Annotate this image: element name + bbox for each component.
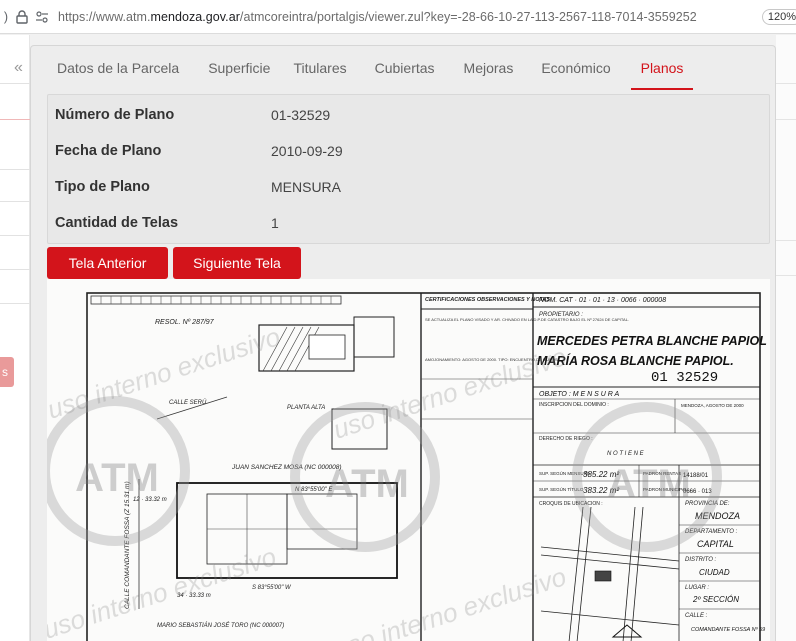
- fecha-label: Fecha de Plano: [55, 143, 162, 159]
- info-row-tipo: Tipo de Plano MENSURA: [48, 169, 769, 205]
- previous-sheet-button[interactable]: Tela Anterior: [47, 247, 168, 279]
- svg-text:MENDOZA, AGOSTO DE 2000: MENDOZA, AGOSTO DE 2000: [681, 403, 744, 408]
- svg-text:MARIO SEBASTIÁN JOSÉ TORO (NC: MARIO SEBASTIÁN JOSÉ TORO (NC 000007): [157, 622, 284, 629]
- info-row-numero: Número de Plano 01-32529: [48, 97, 769, 133]
- next-sheet-button[interactable]: Siguiente Tela: [173, 247, 301, 279]
- browser-address-bar: ) https://www.atm.mendoza.gov.ar/atmcore…: [0, 0, 796, 34]
- parcel-detail-dialog: Datos de la Parcela Superficie Titulares…: [30, 45, 776, 641]
- svg-text:PROPIETARIO :: PROPIETARIO :: [539, 312, 583, 318]
- svg-text:N O T I E N E: N O T I E N E: [607, 451, 645, 457]
- url-text[interactable]: https://www.atm.mendoza.gov.ar/atmcorein…: [58, 10, 762, 24]
- svg-text:COMANDANTE FOSSA Nº 59: COMANDANTE FOSSA Nº 59: [691, 626, 765, 633]
- watermark-logo-1: ATM: [75, 456, 159, 500]
- site-settings-icon[interactable]: [32, 10, 52, 23]
- svg-text:DISTRITO :: DISTRITO :: [685, 557, 717, 563]
- reload-icon[interactable]: ): [0, 10, 12, 24]
- plan-info-panel: Número de Plano 01-32529 Fecha de Plano …: [47, 94, 770, 244]
- tab-planos[interactable]: Planos: [630, 46, 694, 90]
- resol-text: RESOL. Nº 287/97: [155, 319, 215, 326]
- tab-mejoras[interactable]: Mejoras: [464, 46, 514, 90]
- svg-text:S 83°55'00" W: S 83°55'00" W: [252, 585, 292, 591]
- numero-value: 01-32529: [271, 107, 331, 123]
- background-sidebar: « s: [0, 35, 30, 641]
- telas-label: Cantidad de Telas: [55, 215, 179, 231]
- telas-value: 1: [271, 215, 279, 231]
- background-right-edge: [776, 35, 796, 641]
- info-row-fecha: Fecha de Plano 2010-09-29: [48, 133, 769, 169]
- tipo-value: MENSURA: [271, 179, 342, 195]
- svg-text:LUGAR :: LUGAR :: [685, 585, 709, 591]
- svg-text:CAPITAL: CAPITAL: [697, 539, 734, 549]
- svg-text:OBJETO : M E N S U R A: OBJETO : M E N S U R A: [539, 391, 619, 398]
- svg-text:CALLE :: CALLE :: [685, 613, 708, 619]
- info-row-telas: Cantidad de Telas 1: [48, 205, 769, 241]
- tab-bar: Datos de la Parcela Superficie Titulares…: [39, 46, 694, 90]
- watermark-logo-2: ATM: [325, 462, 409, 506]
- watermark-logo-3: ATM: [607, 462, 691, 506]
- svg-text:01 32529: 01 32529: [651, 370, 718, 386]
- svg-text:2º SECCIÓN: 2º SECCIÓN: [692, 595, 739, 604]
- zoom-badge[interactable]: 120%: [761, 8, 796, 25]
- tab-economico[interactable]: Económico: [541, 46, 610, 90]
- numero-label: Número de Plano: [55, 107, 175, 123]
- svg-text:INSCRIPCION DEL DOMINIO :: INSCRIPCION DEL DOMINIO :: [539, 402, 609, 408]
- tab-cubiertas[interactable]: Cubiertas: [375, 46, 435, 90]
- svg-text:CIUDAD: CIUDAD: [699, 568, 730, 577]
- fecha-value: 2010-09-29: [271, 143, 343, 159]
- tab-superficie[interactable]: Superficie: [208, 46, 270, 90]
- tipo-label: Tipo de Plano: [55, 179, 150, 195]
- lock-icon[interactable]: [12, 9, 32, 24]
- background-red-button[interactable]: s: [0, 357, 14, 387]
- svg-text:SE ACTUALIZA EL PLANO VISADO Y: SE ACTUALIZA EL PLANO VISADO Y AR. CHIVA…: [425, 317, 629, 322]
- tab-titulares[interactable]: Titulares: [293, 46, 346, 90]
- collapse-chevron-icon[interactable]: «: [14, 59, 23, 77]
- tab-datos-parcela[interactable]: Datos de la Parcela: [57, 46, 179, 90]
- svg-text:CERTIFICACIONES OBSERVACIONES: CERTIFICACIONES OBSERVACIONES Y NOTAS: [425, 297, 550, 303]
- svg-text:PLANTA ALTA: PLANTA ALTA: [287, 405, 325, 411]
- svg-text:NOM. CAT · 01 · 01 · 13 · 0066: NOM. CAT · 01 · 01 · 13 · 0066 · 000008: [539, 297, 666, 304]
- svg-text:MERCEDES PETRA BLANCHE PAPIOL: MERCEDES PETRA BLANCHE PAPIOL: [537, 334, 767, 348]
- svg-text:CROQUIS DE UBICACION :: CROQUIS DE UBICACION :: [539, 501, 603, 507]
- plan-image[interactable]: RESOL. Nº 287/97 CALLE SERÚ PLANTA ALTA …: [47, 279, 770, 641]
